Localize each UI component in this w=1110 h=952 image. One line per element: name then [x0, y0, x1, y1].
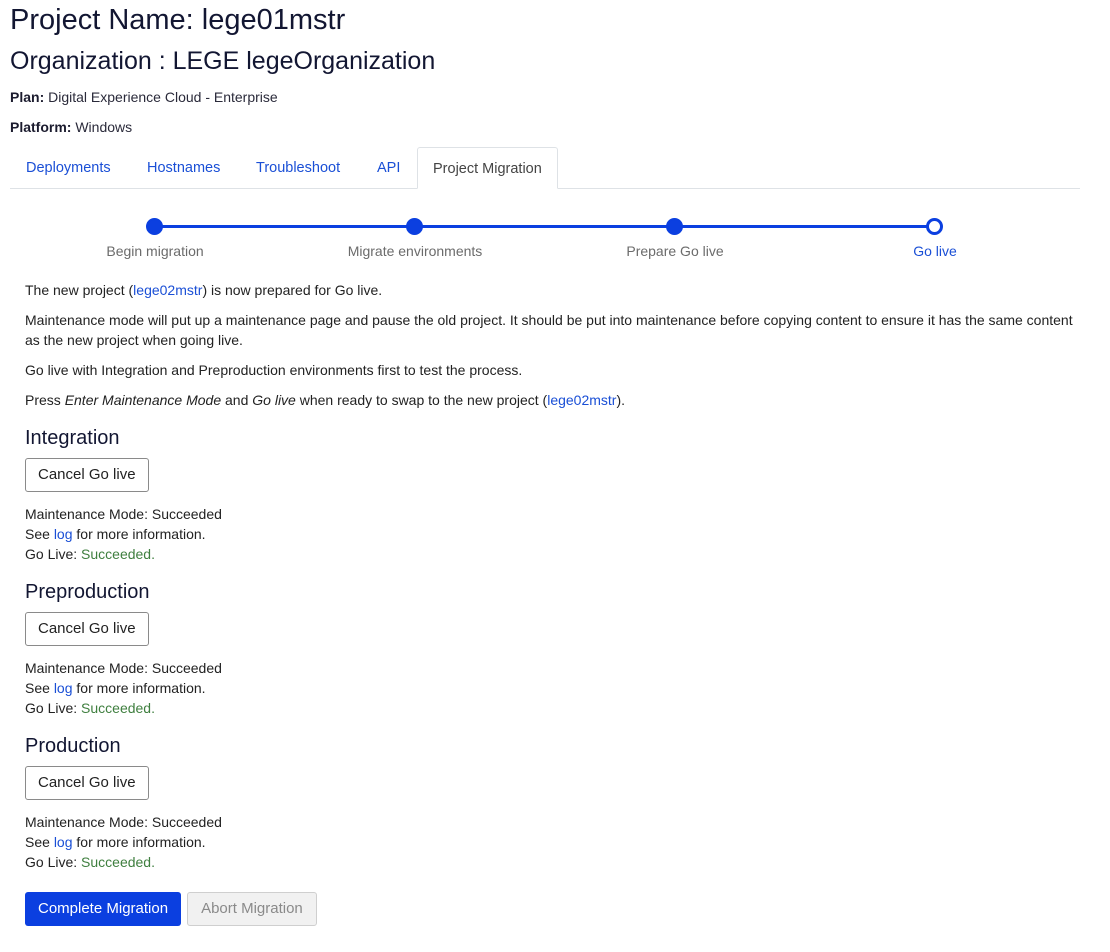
production-status: Maintenance Mode: Succeeded See log for …: [25, 812, 1075, 872]
intro-maintenance: Maintenance mode will put up a maintenan…: [25, 312, 1073, 348]
project-name-heading: Project Name: lege01mstr: [10, 4, 346, 36]
integration-status: Maintenance Mode: Succeeded See log for …: [25, 504, 1075, 564]
tab-hostnames[interactable]: Hostnames: [132, 147, 235, 189]
step-prepare-go-live-label: Prepare Go live: [626, 243, 724, 259]
step-migrate-environments-dot: [406, 218, 423, 235]
preproduction-status: Maintenance Mode: Succeeded See log for …: [25, 658, 1075, 718]
plan-value: Digital Experience Cloud - Enterprise: [48, 89, 278, 105]
organization-heading: Organization : LEGE legeOrganization: [10, 47, 436, 75]
preproduction-log-line: See log for more information.: [25, 680, 206, 696]
new-project-link[interactable]: lege02mstr: [133, 282, 202, 298]
env-preproduction: Preproduction Cancel Go live Maintenance…: [25, 581, 1075, 718]
platform-info: Platform: Windows: [10, 119, 132, 135]
preproduction-maintenance-status: Maintenance Mode: Succeeded: [25, 660, 222, 676]
integration-maintenance-status: Maintenance Mode: Succeeded: [25, 506, 222, 522]
stepper-progress-line: [154, 225, 934, 228]
integration-go-live-status: Go Live: Succeeded.: [25, 546, 155, 562]
migration-stepper: Begin migration Migrate environments Pre…: [10, 214, 1080, 264]
step-begin-migration-dot: [146, 218, 163, 235]
platform-label: Platform:: [10, 119, 72, 135]
intro-prepared: The new project (lege02mstr) is now prep…: [25, 282, 383, 298]
intro-instructions: Press Enter Maintenance Mode and Go live…: [25, 392, 626, 408]
preproduction-cancel-go-live-button[interactable]: Cancel Go live: [25, 612, 149, 646]
env-integration: Integration Cancel Go live Maintenance M…: [25, 427, 1075, 564]
env-production-title: Production: [25, 735, 121, 757]
intro-test-first: Go live with Integration and Preproducti…: [25, 362, 523, 378]
step-migrate-environments-label: Migrate environments: [347, 243, 483, 259]
step-go-live-dot: [926, 218, 943, 235]
tab-project-migration[interactable]: Project Migration: [417, 147, 558, 189]
abort-migration-button: Abort Migration: [187, 892, 317, 926]
tab-troubleshoot[interactable]: Troubleshoot: [241, 147, 355, 189]
step-go-live-label: Go live: [913, 243, 957, 259]
new-project-link-2[interactable]: lege02mstr: [547, 392, 616, 408]
env-preproduction-title: Preproduction: [25, 581, 150, 603]
production-cancel-go-live-button[interactable]: Cancel Go live: [25, 766, 149, 800]
migration-actions: Complete Migration Abort Migration: [25, 892, 1075, 926]
production-log-link[interactable]: log: [54, 834, 73, 850]
integration-log-link[interactable]: log: [54, 526, 73, 542]
migration-content: The new project (lege02mstr) is now prep…: [25, 280, 1075, 926]
production-maintenance-status: Maintenance Mode: Succeeded: [25, 814, 222, 830]
production-go-live-status: Go Live: Succeeded.: [25, 854, 155, 870]
preproduction-log-link[interactable]: log: [54, 680, 73, 696]
tab-deployments[interactable]: Deployments: [11, 147, 126, 189]
complete-migration-button[interactable]: Complete Migration: [25, 892, 182, 926]
plan-label: Plan:: [10, 89, 45, 105]
integration-log-line: See log for more information.: [25, 526, 206, 542]
step-begin-migration-label: Begin migration: [106, 243, 204, 259]
env-integration-title: Integration: [25, 427, 120, 449]
project-tabs: Deployments Hostnames Troubleshoot API P…: [10, 147, 1080, 189]
preproduction-go-live-status: Go Live: Succeeded.: [25, 700, 155, 716]
env-production: Production Cancel Go live Maintenance Mo…: [25, 735, 1075, 872]
tab-api[interactable]: API: [362, 147, 415, 189]
production-log-line: See log for more information.: [25, 834, 206, 850]
platform-value: Windows: [75, 119, 133, 135]
step-prepare-go-live-dot: [666, 218, 683, 235]
plan-info: Plan: Digital Experience Cloud - Enterpr…: [10, 89, 278, 105]
integration-cancel-go-live-button[interactable]: Cancel Go live: [25, 458, 149, 492]
